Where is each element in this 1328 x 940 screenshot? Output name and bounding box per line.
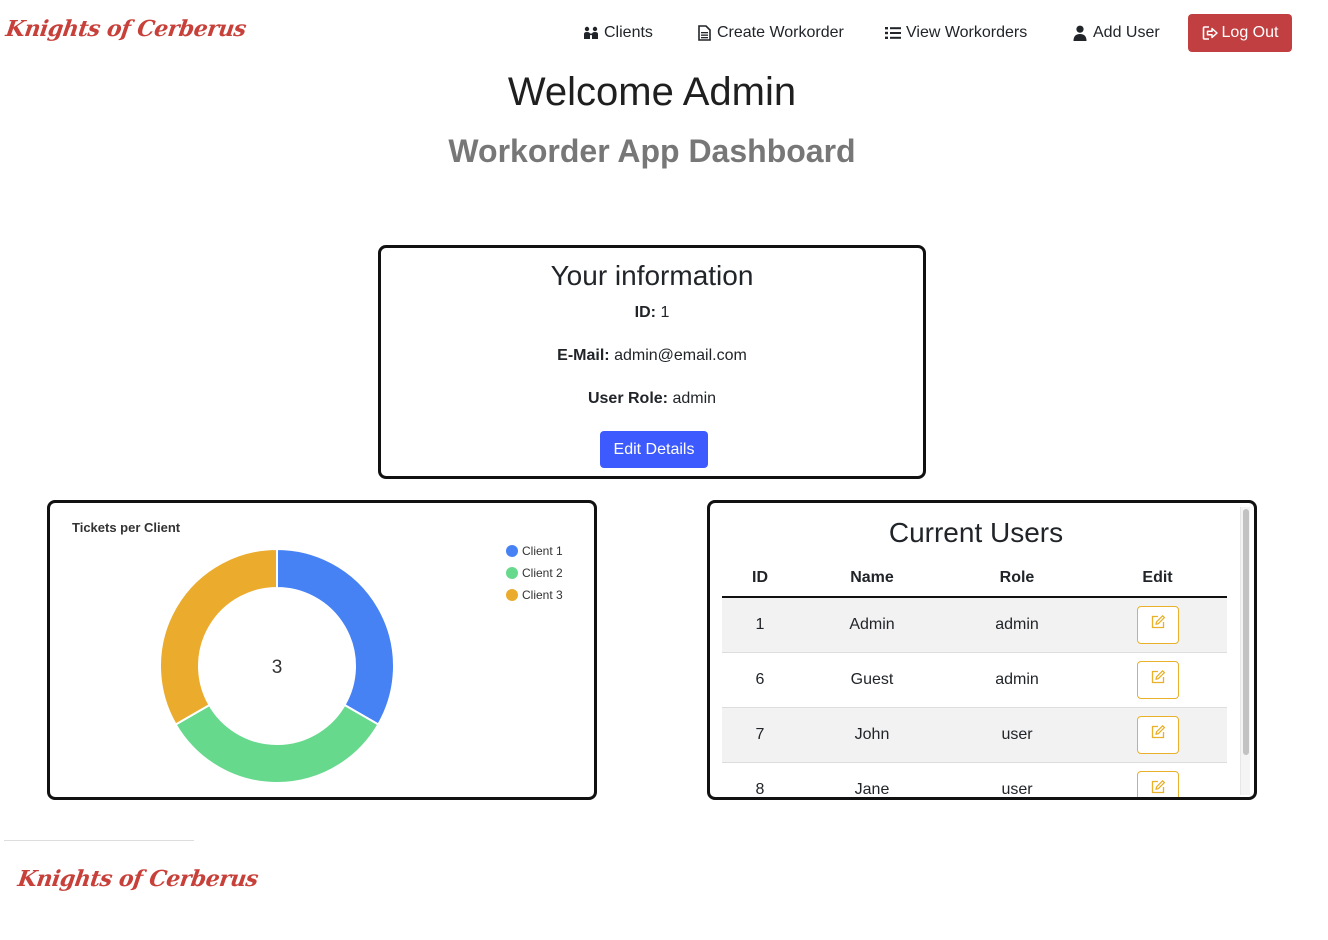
- nav-add-user[interactable]: Add User: [1072, 14, 1160, 52]
- info-email-value: admin@email.com: [614, 347, 747, 364]
- navbar: Clients Create Workorder View Workorders…: [0, 14, 1328, 52]
- table-row: 7 John user: [722, 707, 1227, 763]
- info-title: Your information: [550, 260, 754, 291]
- chart-slice-2[interactable]: [174, 703, 380, 784]
- user-name: Guest: [798, 652, 946, 708]
- legend-swatch[interactable]: [506, 545, 518, 557]
- col-role: Role: [946, 559, 1088, 598]
- user-name: Jane: [798, 762, 946, 797]
- user-edit-cell: [1088, 707, 1227, 763]
- list-icon: [885, 25, 901, 41]
- nav-clients-label: Clients: [604, 24, 653, 41]
- nav-create-workorder[interactable]: Create Workorder: [696, 14, 844, 52]
- info-id: ID: 1: [381, 304, 923, 323]
- footer-brand-logo[interactable]: Knights of Cerberus: [16, 866, 259, 892]
- chart-slice-3[interactable]: [159, 547, 278, 726]
- user-role: admin: [946, 597, 1088, 653]
- logout-label: Log Out: [1221, 24, 1279, 41]
- info-role: User Role: admin: [381, 390, 923, 409]
- table-row: 1 Admin admin: [722, 597, 1227, 653]
- document-icon: [696, 25, 712, 41]
- info-role-value: admin: [672, 390, 717, 407]
- user-id: 6: [722, 652, 798, 708]
- edit-details-button[interactable]: Edit Details: [600, 431, 708, 468]
- user-edit-cell: [1088, 652, 1227, 708]
- edit-icon: [1150, 724, 1166, 745]
- info-email: E-Mail: admin@email.com: [381, 347, 923, 366]
- user-id: 8: [722, 762, 798, 797]
- page-subtitle: Workorder App Dashboard: [448, 133, 856, 169]
- users-title: Current Users: [888, 517, 1064, 548]
- edit-icon: [1150, 614, 1166, 635]
- current-users-card: Current Users ID Name Role Edit 1 Admin …: [707, 500, 1257, 800]
- info-role-label: User Role:: [587, 390, 668, 407]
- col-name: Name: [798, 559, 946, 598]
- users-scrollbar-thumb[interactable]: [1243, 509, 1249, 755]
- edit-user-button[interactable]: [1136, 660, 1179, 699]
- user-id: 1: [722, 597, 798, 653]
- logout-icon: [1202, 25, 1218, 41]
- people-icon: [583, 25, 599, 41]
- chart-center-label: 3: [272, 657, 283, 678]
- chart-slice-1[interactable]: [276, 547, 395, 726]
- legend-swatch[interactable]: [506, 567, 518, 579]
- nav-view-workorders-label: View Workorders: [906, 24, 1028, 41]
- tickets-chart-card: Tickets per Client 3 Client 1 Client 2 Cli…: [47, 500, 597, 800]
- users-scrollbar[interactable]: [1240, 507, 1250, 795]
- user-icon: [1072, 25, 1088, 41]
- col-id: ID: [722, 559, 798, 598]
- info-id-value: 1: [660, 304, 670, 321]
- user-id: 7: [722, 707, 798, 763]
- user-edit-cell: [1088, 762, 1227, 797]
- col-edit: Edit: [1088, 559, 1227, 598]
- user-name: Admin: [798, 597, 946, 653]
- user-name: John: [798, 707, 946, 763]
- users-table-header: ID Name Role Edit: [722, 559, 1227, 598]
- user-role: admin: [946, 652, 1088, 708]
- table-row: 6 Guest admin: [722, 652, 1227, 708]
- user-role: user: [946, 707, 1088, 763]
- nav-create-workorder-label: Create Workorder: [717, 24, 844, 41]
- tickets-donut-chart: Tickets per Client 3 Client 1 Client 2 Cli…: [72, 520, 563, 784]
- user-edit-cell: [1088, 597, 1227, 653]
- page-title: Welcome Admin: [507, 70, 797, 114]
- legend-swatch[interactable]: [506, 589, 518, 601]
- logout-button[interactable]: Log Out: [1188, 14, 1292, 52]
- users-table: ID Name Role Edit 1 Admin admin 6 Guest …: [722, 559, 1227, 797]
- table-row: 8 Jane user: [722, 762, 1227, 797]
- edit-icon: [1150, 779, 1166, 797]
- legend-label[interactable]: Client 1: [522, 544, 563, 558]
- nav-view-workorders[interactable]: View Workorders: [885, 14, 1027, 52]
- chart-title: Tickets per Client: [72, 520, 181, 535]
- nav-clients[interactable]: Clients: [583, 14, 653, 52]
- info-email-label: E-Mail:: [557, 347, 610, 364]
- edit-icon: [1150, 669, 1166, 690]
- user-info-card: Your information ID: 1 E-Mail: admin@ema…: [378, 245, 926, 479]
- legend-label[interactable]: Client 2: [522, 566, 563, 580]
- edit-user-button[interactable]: [1136, 715, 1179, 754]
- nav-add-user-label: Add User: [1093, 24, 1160, 41]
- legend-label[interactable]: Client 3: [522, 588, 563, 602]
- footer-divider: [4, 840, 194, 841]
- edit-user-button[interactable]: [1136, 770, 1179, 797]
- edit-user-button[interactable]: [1136, 605, 1179, 644]
- user-role: user: [946, 762, 1088, 797]
- info-id-label: ID:: [634, 304, 656, 321]
